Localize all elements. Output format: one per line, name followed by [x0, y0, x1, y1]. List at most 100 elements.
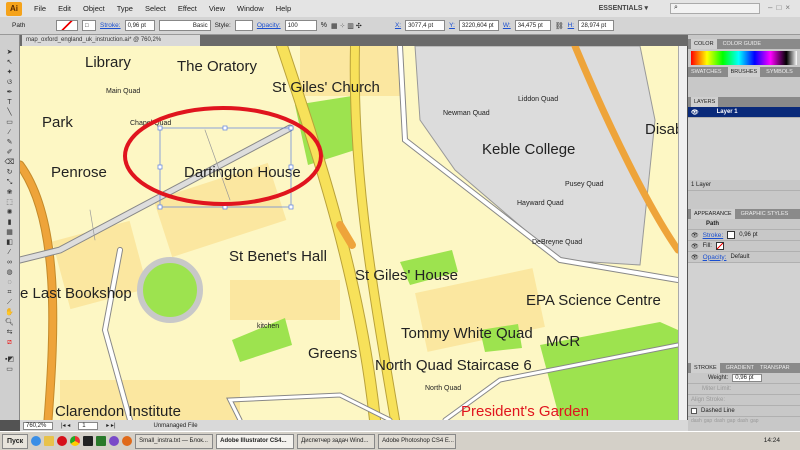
tab-color-guide[interactable]: COLOR GUIDE	[723, 41, 762, 47]
align-icons[interactable]: ▦ ⁘ ▥ ✣	[331, 22, 391, 30]
paintbrush-icon[interactable]: ∕	[5, 128, 15, 137]
graph-tool-icon[interactable]: ▮	[5, 218, 15, 227]
live-paint-icon[interactable]: ◍	[5, 268, 15, 277]
tab-color[interactable]: COLOR	[691, 39, 717, 49]
link-icon[interactable]: ⛓	[555, 22, 564, 30]
menu-select[interactable]: Select	[139, 4, 172, 13]
hand-tool-icon[interactable]: ✋	[5, 308, 15, 317]
app-icon[interactable]	[83, 436, 94, 446]
task-photoshop[interactable]: Adobe Photoshop CS4 E...	[378, 433, 457, 449]
free-transform-icon[interactable]: ⬚	[5, 198, 15, 207]
terminal-icon[interactable]	[96, 436, 107, 446]
magic-wand-icon[interactable]: ✦	[5, 68, 15, 77]
line-tool-icon[interactable]: ╲	[5, 108, 15, 117]
blob-brush-icon[interactable]: ✐	[5, 148, 15, 157]
symbol-sprayer-icon[interactable]: ✺	[5, 208, 15, 217]
document-status[interactable]: Unmanaged File	[154, 423, 198, 429]
layer-row[interactable]: 👁︎ Layer 1	[688, 107, 800, 118]
appearance-fill-row[interactable]: 👁︎ Fill:	[688, 241, 800, 252]
tab-appearance[interactable]: APPEARANCE	[691, 209, 735, 219]
stroke-weight-input[interactable]: 0,96 pt	[732, 374, 763, 382]
pencil-icon[interactable]: ✎	[5, 138, 15, 147]
x-field[interactable]: 3077,4 pt	[405, 20, 446, 31]
opacity-field[interactable]: 100	[284, 20, 317, 31]
slice-icon[interactable]: ⟋	[5, 298, 15, 307]
fill-stroke-icon[interactable]: ⧄	[5, 338, 15, 354]
tab-brushes[interactable]: BRUSHES	[727, 67, 761, 77]
lasso-icon[interactable]: ଓ	[5, 78, 15, 87]
task-illustrator[interactable]: Adobe Illustrator CS4...	[216, 433, 295, 449]
type-tool-icon[interactable]: T	[5, 98, 15, 107]
y-field[interactable]: 3220,604 pt	[458, 20, 499, 31]
live-paint-select-icon[interactable]: ◌	[5, 278, 15, 287]
appearance-opacity-row[interactable]: 👁︎ Opacity: Default	[688, 252, 800, 263]
document-tab[interactable]: map_oxford_england_uk_instruction.ai* @ …	[22, 35, 200, 54]
tab-swatches[interactable]: SWATCHES	[691, 69, 722, 75]
w-field[interactable]: 34,475 pt	[514, 20, 551, 31]
firefox-icon[interactable]	[122, 436, 133, 446]
mesh-tool-icon[interactable]: ▦	[5, 228, 15, 237]
stroke-weight-field[interactable]: 0,96 pt	[124, 20, 155, 31]
warp-icon[interactable]: ❀	[5, 188, 15, 197]
rotate-icon[interactable]: ↻	[5, 168, 15, 177]
pen-tool-icon[interactable]: ✒	[5, 88, 15, 97]
swap-colors-icon[interactable]: ⇆	[5, 328, 15, 337]
vertical-scrollbar[interactable]	[678, 46, 687, 420]
h-field[interactable]: 28,974 pt	[578, 20, 615, 31]
prev-artboard-icon[interactable]: |◂ ◂	[61, 422, 70, 429]
tab-graphic-styles[interactable]: GRAPHIC STYLES	[741, 211, 789, 217]
search-input[interactable]: ⌕	[670, 3, 760, 14]
brush-select[interactable]: Basic	[158, 20, 211, 31]
appearance-stroke-row[interactable]: 👁︎ Stroke: 0,96 pt	[688, 230, 800, 241]
menu-type[interactable]: Type	[111, 4, 139, 13]
fill-swatch[interactable]: □	[82, 20, 96, 31]
eye-icon[interactable]: 👁︎	[691, 232, 699, 239]
menu-edit[interactable]: Edit	[52, 4, 77, 13]
opera-icon[interactable]	[57, 436, 68, 446]
start-button[interactable]: Пуск	[2, 433, 29, 449]
folder-icon[interactable]	[44, 436, 55, 446]
opacity-label[interactable]: Opacity:	[257, 22, 281, 29]
next-artboard-icon[interactable]: ▸ ▸|	[106, 422, 115, 429]
visibility-eye-icon[interactable]: 👁︎	[691, 109, 699, 116]
eye-icon[interactable]: 👁︎	[691, 243, 699, 250]
menu-view[interactable]: View	[203, 4, 231, 13]
rectangle-tool-icon[interactable]: ▭	[5, 118, 15, 127]
eraser-icon[interactable]: ⌫	[5, 158, 15, 167]
direct-selection-tool-icon[interactable]: ↖	[5, 58, 15, 67]
stroke-label[interactable]: Stroke:	[100, 22, 121, 29]
color-spectrum[interactable]	[691, 51, 797, 65]
gradient-tool-icon[interactable]: ◧	[5, 238, 15, 247]
tab-transparency[interactable]: TRANSPAR	[760, 365, 790, 371]
selection-tool-icon[interactable]: ➤	[5, 48, 15, 57]
workspace-switcher[interactable]: ESSENTIALS ▾	[599, 4, 648, 12]
dashed-line-checkbox[interactable]	[691, 408, 697, 414]
ie-icon[interactable]	[31, 436, 42, 446]
tab-symbols[interactable]: SYMBOLS	[766, 69, 793, 75]
scale-icon[interactable]: ⤡	[5, 178, 15, 187]
stroke-swatch[interactable]	[727, 231, 736, 239]
artboard-select[interactable]: 1	[78, 421, 99, 430]
menu-help[interactable]: Help	[270, 4, 297, 13]
tab-layers[interactable]: LAYERS	[691, 97, 719, 107]
fill-none-swatch[interactable]	[715, 242, 724, 250]
color-mode-icon[interactable]: ▪◩	[5, 355, 15, 364]
stroke-color-swatch[interactable]	[56, 20, 78, 31]
menu-file[interactable]: File	[28, 4, 52, 13]
crop-area-icon[interactable]: ⌗	[5, 288, 15, 297]
task-manager[interactable]: Диспетчер задач Wind...	[297, 433, 376, 449]
zoom-select[interactable]: 760,2%	[23, 421, 53, 430]
viber-icon[interactable]	[109, 436, 120, 446]
style-select[interactable]	[234, 20, 253, 31]
tab-gradient[interactable]: GRADIENT	[726, 365, 754, 371]
zoom-tool-icon[interactable]: 🔍︎	[5, 318, 15, 327]
menu-object[interactable]: Object	[77, 4, 111, 13]
artboard-canvas[interactable]: Library The Oratory St Giles' Church Par…	[20, 46, 678, 420]
menu-window[interactable]: Window	[231, 4, 270, 13]
eye-icon[interactable]: 👁︎	[691, 254, 699, 261]
window-controls[interactable]: –□×	[768, 3, 794, 12]
chrome-icon[interactable]	[70, 436, 81, 446]
blend-tool-icon[interactable]: ∞	[5, 258, 15, 267]
tab-stroke[interactable]: STROKE	[691, 363, 720, 373]
eyedropper-icon[interactable]: ⁄	[5, 248, 15, 257]
